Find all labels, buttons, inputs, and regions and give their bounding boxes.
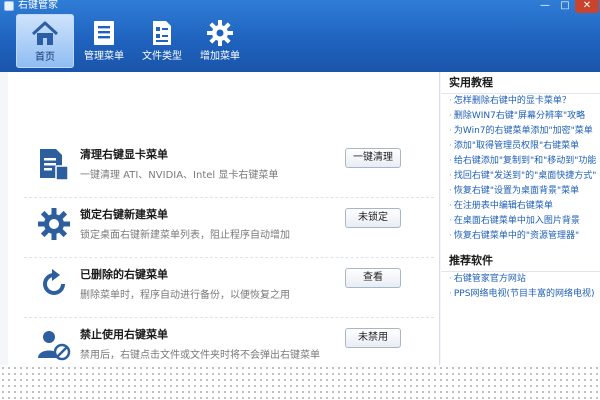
app-logo-icon [4,1,14,11]
tutorial-link[interactable]: · 在桌面右键菜单中加入图片背景 [449,214,600,229]
tutorial-link[interactable]: · 怎样删除右键中的显卡菜单？ [449,94,600,109]
feature-deleted-menus: 已删除的右键菜单 删除菜单时，程序自动进行备份，以便恢复之用 查看 [24,260,434,318]
tutorial-link[interactable]: · 给右键添加"复制到"和"移动到"功能 [449,154,600,169]
disable-button[interactable]: 未禁用 [345,328,401,348]
bottom-texture [0,365,600,400]
software-link[interactable]: · PPS网络电视(节目丰富的网络电视) [449,287,600,302]
tab-home[interactable]: 首页 [16,14,74,68]
feature-desc: 禁用后，右键点击文件或文件夹时将不会弹出右键菜单 [80,350,320,361]
menu-list-icon [94,21,114,45]
file-type-icon [153,21,171,45]
user-block-icon [38,331,71,361]
tutorials-heading: 实用教程 [441,72,600,94]
tutorial-link[interactable]: · 添加"取得管理员权限"右键菜单 [449,139,600,154]
software-list: · 右键管家官方网站 · PPS网络电视(节目丰富的网络电视) [441,272,600,302]
feature-desc: 删除菜单时，程序自动进行备份，以便恢复之用 [80,290,290,301]
tutorial-link[interactable]: · 为Win7的右键菜单添加"加密"菜单 [449,124,600,139]
feature-clean-gpu-menu: 清理右键显卡菜单 一键清理 ATI、NVIDIA、Intel 显卡右键菜单 一键… [24,140,434,198]
tab-file-type-label: 文件类型 [142,51,182,62]
software-heading: 推荐软件 [441,250,600,272]
gear-icon [38,208,70,240]
tutorial-link[interactable]: · 在注册表中编辑右键菜单 [449,199,600,214]
tab-manage-menu-label: 管理菜单 [84,51,124,62]
maximize-button[interactable]: □ [556,0,574,13]
tutorial-link[interactable]: · 删除WIN7右键"屏幕分辨率"攻略 [449,109,600,124]
tutorial-link[interactable]: · 恢复右键菜单中的"资源管理器" [449,229,600,244]
minimize-button[interactable]: — [536,0,554,13]
feature-desc: 锁定桌面右键新建菜单列表，阻止程序自动增加 [80,230,290,241]
feature-title: 已删除的右键菜单 [80,268,168,281]
tab-home-label: 首页 [35,52,55,63]
view-button[interactable]: 查看 [345,268,401,288]
lock-button[interactable]: 未锁定 [345,208,401,228]
main-toolbar: 首页 管理菜单 文件类型 增加菜单 [16,14,249,68]
tab-manage-menu[interactable]: 管理菜单 [75,14,133,68]
feature-title: 禁止使用右键菜单 [80,328,168,341]
clean-button[interactable]: 一键清理 [345,148,401,168]
gear-icon [207,20,233,46]
tutorial-link[interactable]: · 恢复右键"设置为桌面背景"菜单 [449,184,600,199]
feature-title: 清理右键显卡菜单 [80,148,168,161]
tutorial-link[interactable]: · 找回右键"发送到"的"桌面快捷方式" [449,169,600,184]
sidebar: 实用教程 · 怎样删除右键中的显卡菜单？ · 删除WIN7右键"屏幕分辨率"攻略 ·… [441,72,600,372]
app-header: 右键管家 — □ ✕ 首页 管理菜单 文件类型 增加菜单 [0,0,600,72]
main-panel: 清理右键显卡菜单 一键清理 ATI、NVIDIA、Intel 显卡右键菜单 一键… [8,72,440,372]
feature-lock-new-menu: 锁定右键新建菜单 锁定桌面右键新建菜单列表，阻止程序自动增加 未锁定 [24,200,434,258]
tab-file-type[interactable]: 文件类型 [133,14,191,68]
app-title: 右键管家 [18,0,58,11]
tutorials-list: · 怎样删除右键中的显卡菜单？ · 删除WIN7右键"屏幕分辨率"攻略 · 为Win7… [441,94,600,244]
tab-add-menu[interactable]: 增加菜单 [191,14,249,68]
feature-desc: 一键清理 ATI、NVIDIA、Intel 显卡右键菜单 [80,170,279,181]
software-link[interactable]: · 右键管家官方网站 [449,272,600,287]
close-button[interactable]: ✕ [575,0,599,13]
refresh-arrow-icon [43,269,65,295]
title-bar: 右键管家 — □ ✕ [0,0,600,14]
document-clean-icon [40,149,69,181]
feature-title: 锁定右键新建菜单 [80,208,168,221]
home-icon [31,21,59,45]
tab-add-menu-label: 增加菜单 [200,51,240,62]
